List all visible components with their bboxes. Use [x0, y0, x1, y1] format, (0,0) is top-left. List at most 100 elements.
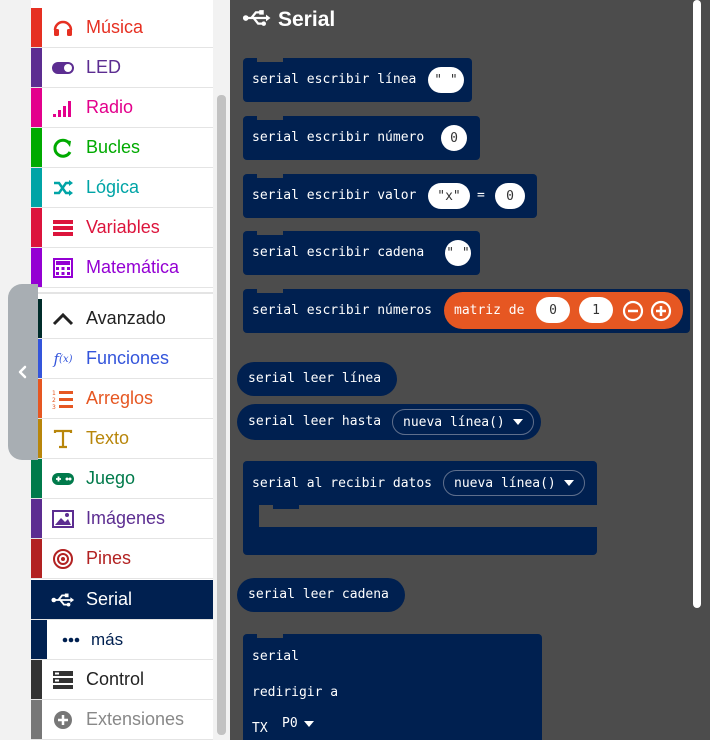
- text-t-icon: [51, 427, 75, 451]
- toolbox-item-extensiones[interactable]: Extensiones: [31, 700, 213, 740]
- block-label: serial: [252, 649, 299, 664]
- calculator-icon: [51, 256, 75, 280]
- usb-icon: [51, 588, 75, 612]
- toolbox-item-label: Avanzado: [86, 308, 166, 328]
- block-label: serial escribir número: [252, 130, 425, 145]
- flyout-scrollbar[interactable]: [693, 0, 701, 608]
- category-color-bar: [31, 168, 42, 207]
- toolbox-item-label: más: [91, 629, 124, 649]
- remove-item-button[interactable]: [622, 300, 644, 326]
- list-lines-icon: [51, 216, 75, 240]
- serial-flyout: Serial serial escribir línea " " serial …: [230, 0, 710, 740]
- block-label: redirigir a: [252, 685, 339, 700]
- string-input[interactable]: " ": [445, 240, 471, 266]
- array-block[interactable]: matriz de 0 1: [444, 292, 683, 329]
- block-notch: [257, 289, 283, 293]
- flyout-header: Serial: [242, 6, 335, 34]
- category-color-bar: [31, 8, 42, 47]
- control-stack-icon: [51, 668, 75, 692]
- toolbox-item-label: Extensiones: [86, 709, 185, 729]
- add-item-button[interactable]: [650, 300, 672, 326]
- toolbox-item-variables[interactable]: Variables: [31, 208, 213, 248]
- number-input[interactable]: 0: [495, 183, 525, 209]
- toolbox-scrollbar[interactable]: [213, 0, 230, 740]
- category-color-bar: [31, 88, 42, 127]
- block-label: serial al recibir datos: [252, 476, 433, 491]
- block-serial-write-line[interactable]: serial escribir línea " ": [243, 58, 472, 102]
- equals-sign: =: [477, 188, 485, 203]
- collapse-toolbox-button[interactable]: [8, 284, 38, 460]
- function-icon: f (x): [53, 350, 73, 368]
- toolbox-item-mas[interactable]: más: [31, 620, 213, 660]
- block-serial-write-value[interactable]: serial escribir valor "x" = 0: [243, 174, 537, 218]
- block-notch: [257, 231, 283, 235]
- number-input[interactable]: 0: [441, 125, 467, 151]
- toolbox-item-label: Serial: [86, 589, 133, 609]
- toolbox-item-texto[interactable]: Texto: [31, 419, 213, 459]
- toolbox-item-control[interactable]: Control: [31, 660, 213, 700]
- toolbox-item-funciones[interactable]: f (x) Funciones: [31, 339, 213, 379]
- toggle-icon: [51, 56, 75, 80]
- toolbox-item-label: LED: [86, 57, 122, 77]
- caret-down-icon: [512, 419, 523, 425]
- block-serial-read-line[interactable]: serial leer línea: [237, 362, 397, 396]
- toolbox-item-label: Variables: [86, 217, 160, 237]
- block-notch: [257, 174, 283, 178]
- toolbox-item-led[interactable]: LED: [31, 48, 213, 88]
- dropdown-value: P0: [282, 716, 298, 731]
- array-value-1[interactable]: 1: [579, 297, 613, 323]
- toolbox-item-label: Música: [86, 17, 144, 37]
- event-side: [243, 505, 259, 527]
- toolbox-item-bucles[interactable]: Bucles: [31, 128, 213, 168]
- block-serial-write-string[interactable]: serial escribir cadena " ": [243, 231, 480, 275]
- block-serial-write-numbers[interactable]: serial escribir números matriz de 0 1: [243, 289, 690, 333]
- toolbox-item-matematica[interactable]: Matemática: [31, 248, 213, 288]
- block-serial-on-data-received[interactable]: serial al recibir datos nueva línea(): [243, 461, 597, 555]
- toolbox-item-label: Control: [86, 669, 145, 689]
- toolbox-item-avanzado[interactable]: Avanzado: [31, 299, 213, 339]
- block-label: serial leer hasta: [248, 414, 382, 429]
- caret-down-icon: [303, 720, 314, 727]
- toolbox-item-radio[interactable]: Radio: [31, 88, 213, 128]
- delimiter-dropdown[interactable]: nueva línea(): [392, 409, 534, 435]
- delimiter-dropdown[interactable]: nueva línea(): [443, 470, 585, 496]
- toolbox-item-label: Pines: [86, 548, 132, 568]
- toolbox-item-serial[interactable]: Serial: [31, 580, 213, 620]
- array-value-0[interactable]: 0: [536, 297, 570, 323]
- block-serial-redirect[interactable]: serial redirigir a TX P0: [243, 634, 542, 740]
- string-input[interactable]: " ": [428, 67, 464, 93]
- more-dots-icon: [59, 628, 83, 652]
- toolbox-item-label: Texto: [86, 428, 130, 448]
- toolbox-item-logica[interactable]: Lógica: [31, 168, 213, 208]
- category-color-bar: [31, 580, 42, 619]
- image-icon: [51, 507, 75, 531]
- block-notch: [257, 116, 283, 120]
- category-color-bar: [31, 660, 42, 699]
- toolbox-item-imagenes[interactable]: Imágenes: [31, 499, 213, 539]
- toolbox-item-pines[interactable]: Pines: [31, 539, 213, 579]
- shuffle-icon: [51, 176, 75, 200]
- category-color-bar: [31, 620, 47, 659]
- block-notch: [257, 58, 283, 62]
- toolbox-item-label: Arreglos: [86, 388, 154, 408]
- toolbox-item-juego[interactable]: Juego: [31, 459, 213, 499]
- block-serial-read-until[interactable]: serial leer hasta nueva línea(): [237, 404, 541, 440]
- toolbox-item-musica[interactable]: Música: [31, 8, 213, 48]
- block-label: serial escribir números: [252, 303, 433, 318]
- name-input[interactable]: "x": [428, 183, 470, 209]
- tx-pin-dropdown[interactable]: P0: [282, 716, 314, 731]
- block-serial-write-number[interactable]: serial escribir número 0: [243, 116, 480, 160]
- block-serial-read-string[interactable]: serial leer cadena: [237, 578, 405, 612]
- svg-text:1: 1: [52, 390, 56, 397]
- toolbox-scrollbar-thumb[interactable]: [217, 95, 226, 735]
- toolbox: Música LED Radio Bucles Lógica Variables…: [31, 0, 214, 740]
- toolbox-divider: [31, 292, 213, 294]
- tx-label: TX: [252, 721, 268, 736]
- category-color-bar: [31, 539, 42, 578]
- toolbox-item-arreglos[interactable]: 123 Arreglos: [31, 379, 213, 419]
- block-notch: [257, 634, 283, 638]
- target-icon: [51, 547, 75, 571]
- category-color-bar: [31, 208, 42, 247]
- svg-text:2: 2: [52, 397, 56, 404]
- headphones-icon: [51, 16, 75, 40]
